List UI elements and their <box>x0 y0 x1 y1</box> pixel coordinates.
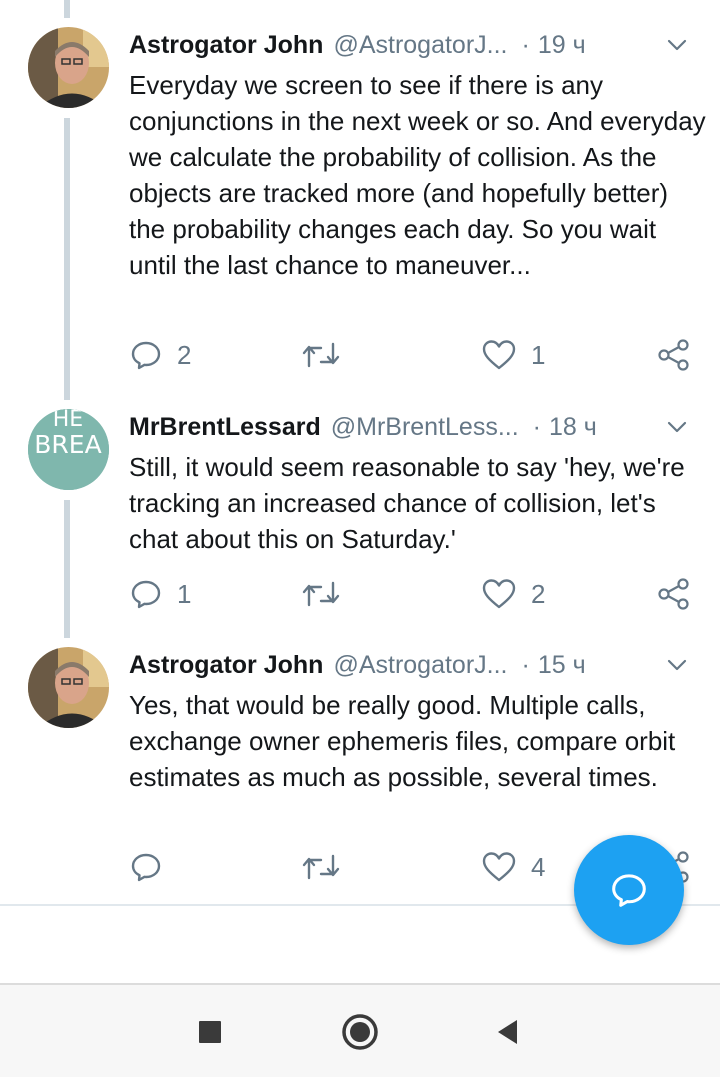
like-count: 2 <box>531 578 546 609</box>
tweet-text: Yes, that would be really good. Multiple… <box>129 690 676 792</box>
avatar-logo-text: BREA <box>34 430 101 459</box>
tweet-actions: 1 2 <box>129 574 699 614</box>
author-handle[interactable]: @AstrogatorJ... <box>333 31 507 60</box>
author-name[interactable]: Astrogator John <box>129 31 323 60</box>
separator-dot: · <box>521 650 530 679</box>
heart-icon <box>482 852 516 882</box>
reply-icon <box>131 341 161 370</box>
share-icon <box>658 578 689 610</box>
home-circle-icon <box>342 1014 378 1050</box>
tweet-text: Still, it would seem reasonable to say '… <box>129 452 685 554</box>
author-handle[interactable]: @MrBrentLess... <box>331 413 519 442</box>
reply-button[interactable]: 2 <box>129 335 191 375</box>
tweet-text: Everyday we screen to see if there is an… <box>129 70 706 280</box>
heart-icon <box>482 340 516 370</box>
system-navigation-bar <box>0 983 720 1077</box>
author-handle[interactable]: @AstrogatorJ... <box>333 651 507 680</box>
reply-count: 1 <box>177 578 192 609</box>
retweet-icon <box>302 581 340 607</box>
compose-reply-icon <box>612 874 646 907</box>
reply-icon <box>131 580 161 609</box>
like-button[interactable]: 2 <box>481 574 545 614</box>
separator-dot: · <box>532 412 541 441</box>
avatar[interactable] <box>28 647 109 728</box>
home-button[interactable] <box>338 1010 382 1054</box>
recents-button[interactable] <box>188 1010 232 1054</box>
timestamp[interactable]: 19 ч <box>538 31 586 60</box>
author-name[interactable]: MrBrentLessard <box>129 413 321 442</box>
retweet-icon <box>302 342 340 368</box>
reply-count: 2 <box>177 339 192 370</box>
reply-icon <box>131 853 161 882</box>
tweet-2[interactable]: HE BREA MrBrentLessard @MrBrentLess... ·… <box>0 400 720 638</box>
share-button[interactable] <box>657 335 691 375</box>
share-icon <box>658 339 689 371</box>
tweet-actions: 2 1 <box>129 335 699 375</box>
retweet-button[interactable] <box>301 335 355 375</box>
separator-dot: · <box>521 30 530 59</box>
chevron-down-icon[interactable] <box>664 652 690 678</box>
avatar[interactable] <box>28 27 109 108</box>
timestamp[interactable]: 18 ч <box>549 413 597 442</box>
retweet-icon <box>302 854 340 880</box>
like-count: 4 <box>531 851 546 882</box>
chevron-down-icon[interactable] <box>664 414 690 440</box>
compose-reply-button[interactable] <box>574 835 684 945</box>
back-triangle-icon <box>498 1020 517 1044</box>
like-count: 1 <box>531 339 546 370</box>
chevron-down-icon[interactable] <box>664 32 690 58</box>
like-button[interactable]: 4 <box>481 847 545 887</box>
recents-square-icon <box>199 1021 221 1043</box>
reply-button[interactable] <box>129 847 177 887</box>
like-button[interactable]: 1 <box>481 335 545 375</box>
heart-icon <box>482 579 516 609</box>
back-button[interactable] <box>486 1010 530 1054</box>
author-name[interactable]: Astrogator John <box>129 651 323 680</box>
avatar-logo-text-top: HE <box>53 409 83 432</box>
avatar[interactable]: HE BREA <box>28 409 109 490</box>
tweet-1[interactable]: Astrogator John @AstrogatorJ... · 19 ч E… <box>0 0 720 400</box>
reply-button[interactable]: 1 <box>129 574 191 614</box>
share-button[interactable] <box>657 574 691 614</box>
timestamp[interactable]: 15 ч <box>538 651 586 680</box>
retweet-button[interactable] <box>301 847 355 887</box>
retweet-button[interactable] <box>301 574 355 614</box>
